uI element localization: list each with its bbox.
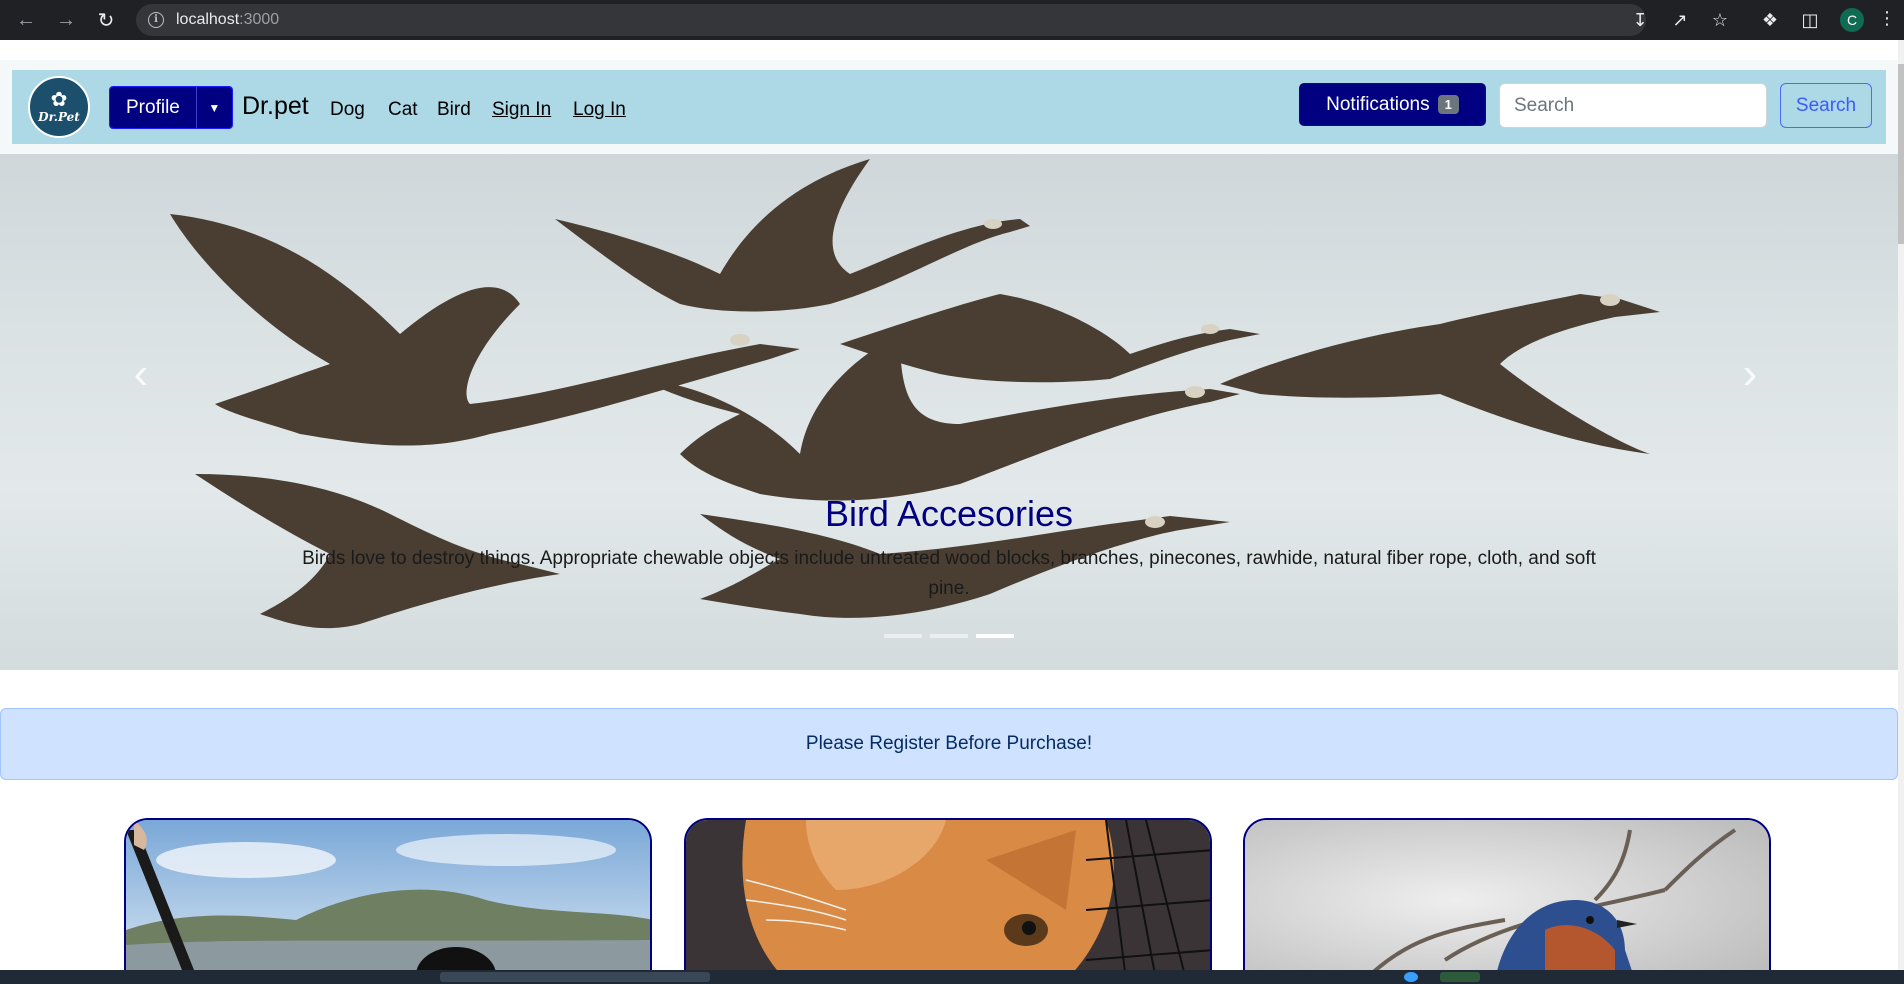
- navbar-container: ✿ Dr.Pet Profile ▼ Dr.pet Dog Cat Bird S…: [0, 60, 1898, 160]
- carousel-indicators: [0, 634, 1898, 638]
- os-taskbar: [0, 970, 1904, 984]
- nav-link-log-in[interactable]: Log In: [573, 99, 626, 121]
- share-icon[interactable]: ↗: [1668, 8, 1692, 32]
- taskbar-app-icon[interactable]: [1440, 972, 1480, 982]
- forward-icon[interactable]: →: [52, 6, 80, 34]
- url-text: localhost:3000: [176, 11, 279, 29]
- notifications-button[interactable]: Notifications 1: [1299, 83, 1486, 126]
- bird-card[interactable]: [1243, 818, 1771, 970]
- carousel-prev-icon[interactable]: ‹: [121, 344, 161, 404]
- taskbar-item[interactable]: [440, 972, 710, 982]
- address-bar[interactable]: i localhost:3000: [136, 4, 1646, 36]
- navbar: ✿ Dr.Pet Profile ▼ Dr.pet Dog Cat Bird S…: [12, 70, 1886, 144]
- carousel-indicator-1[interactable]: [884, 634, 922, 638]
- browser-toolbar: ← → ↻ i localhost:3000 ↧ ↗ ☆ ❖ ◫ C ⋮: [0, 0, 1904, 40]
- logo-text: Dr.Pet: [38, 110, 80, 124]
- register-alert: Please Register Before Purchase!: [0, 708, 1898, 780]
- brand-link[interactable]: Dr.pet: [242, 92, 309, 121]
- carousel-caption-text: Birds love to destroy things. Appropriat…: [302, 548, 1596, 599]
- nav-link-cat[interactable]: Cat: [388, 99, 418, 121]
- carousel-caption-title: Bird Accesories: [824, 493, 1074, 534]
- extensions-icon[interactable]: ❖: [1758, 8, 1782, 32]
- dog-card[interactable]: [124, 818, 652, 970]
- install-app-icon[interactable]: ↧: [1628, 8, 1652, 32]
- cat-card-image: [686, 820, 1210, 970]
- cat-card[interactable]: [684, 818, 1212, 970]
- bookmark-star-icon[interactable]: ☆: [1708, 8, 1732, 32]
- url-host: localhost: [176, 11, 240, 28]
- profile-button[interactable]: Profile: [110, 87, 196, 128]
- profile-avatar[interactable]: C: [1840, 8, 1864, 32]
- side-panel-icon[interactable]: ◫: [1798, 8, 1822, 32]
- bird-card-image: [1245, 820, 1769, 970]
- carousel-next-icon[interactable]: ›: [1730, 344, 1770, 404]
- notifications-badge: 1: [1437, 95, 1459, 114]
- nav-link-sign-in[interactable]: Sign In: [492, 99, 551, 121]
- hero-carousel: ‹ › Bird Accesories Birds love to destro…: [0, 154, 1898, 670]
- dog-head-icon: ✿: [50, 89, 68, 111]
- profile-split-button: Profile ▼: [109, 86, 233, 129]
- dog-card-image: [126, 820, 650, 970]
- page-scrollbar[interactable]: [1898, 40, 1904, 970]
- scrollbar-thumb[interactable]: [1898, 64, 1904, 244]
- nav-link-bird[interactable]: Bird: [437, 99, 471, 121]
- caret-down-icon[interactable]: ▼: [195, 87, 232, 128]
- menu-kebab-icon[interactable]: ⋮: [1878, 8, 1896, 29]
- back-icon[interactable]: ←: [12, 6, 40, 34]
- carousel-indicator-3[interactable]: [976, 634, 1014, 638]
- reload-icon[interactable]: ↻: [92, 6, 120, 34]
- info-icon[interactable]: i: [148, 12, 164, 28]
- carousel-indicator-2[interactable]: [930, 634, 968, 638]
- search-input[interactable]: [1499, 83, 1767, 128]
- search-button[interactable]: Search: [1780, 83, 1872, 128]
- logo[interactable]: ✿ Dr.Pet: [28, 76, 90, 138]
- page-viewport: ✿ Dr.Pet Profile ▼ Dr.pet Dog Cat Bird S…: [0, 40, 1904, 970]
- taskbar-app-icon[interactable]: [1404, 972, 1418, 982]
- nav-link-dog[interactable]: Dog: [330, 99, 365, 121]
- notifications-label: Notifications: [1326, 93, 1430, 115]
- url-port: :3000: [239, 11, 280, 28]
